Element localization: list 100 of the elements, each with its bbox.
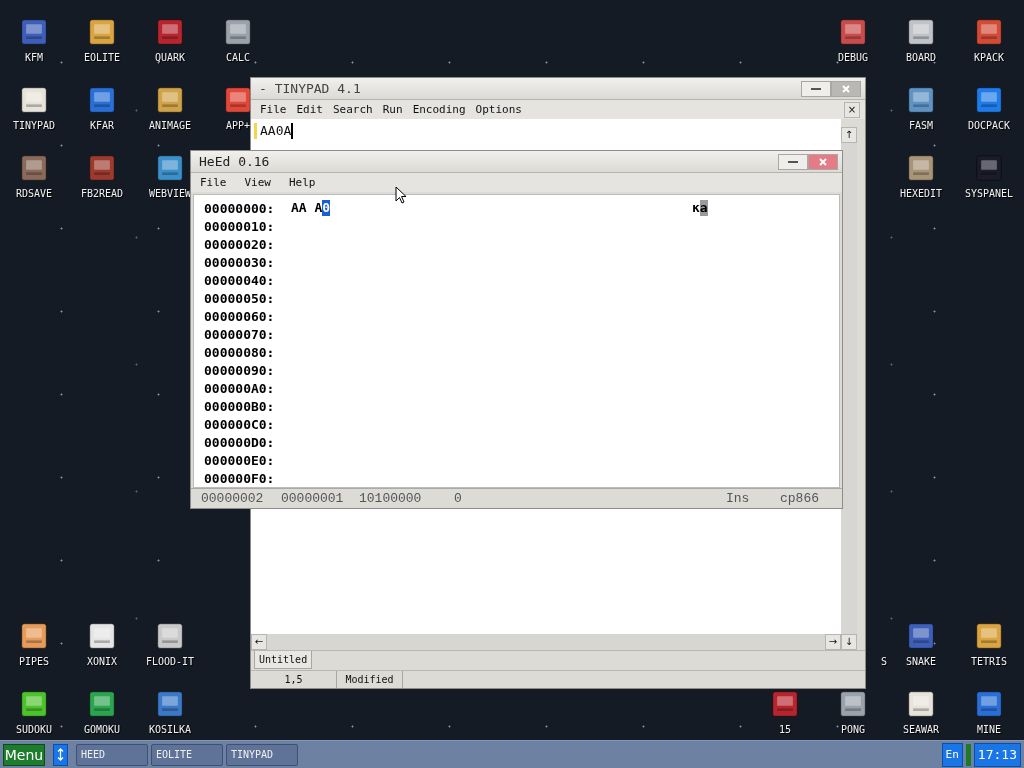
app-icon[interactable] — [20, 18, 48, 46]
app-icon[interactable] — [975, 690, 1003, 718]
file-tab[interactable]: Untitled — [254, 651, 313, 669]
window-title: - TINYPAD 4.1 — [259, 81, 362, 96]
menu-item[interactable]: Options — [470, 103, 527, 116]
menu-item[interactable]: Encoding — [407, 103, 471, 116]
app-icon[interactable] — [975, 86, 1003, 114]
menu-item[interactable]: View — [239, 176, 276, 189]
icon-label: PONG — [840, 724, 866, 736]
icon-label: EOLITE — [83, 52, 121, 64]
minimize-button[interactable] — [778, 153, 808, 170]
app-icon[interactable] — [20, 690, 48, 718]
offset-text: 000000C0: — [204, 416, 276, 432]
offset-text: 00000060: — [204, 308, 276, 324]
app-icon[interactable] — [907, 154, 935, 182]
offset-text: 00000030: — [204, 254, 276, 270]
offset-text: 00000000: — [204, 200, 276, 216]
app-icon[interactable] — [156, 690, 184, 718]
window-title: HeEd 0.16 — [199, 154, 271, 169]
icon-label: S — [880, 656, 887, 668]
app-icon[interactable] — [907, 86, 935, 114]
app-icon[interactable] — [907, 18, 935, 46]
app-icon[interactable] — [88, 18, 116, 46]
icon-label: TETRIS — [970, 656, 1008, 668]
app-icon[interactable] — [224, 86, 252, 114]
icon-label: PIPES — [18, 656, 50, 668]
menu-item[interactable]: Search — [328, 103, 378, 116]
close-icon — [842, 84, 850, 93]
scroll-left-button[interactable]: ← — [251, 634, 267, 650]
app-icon[interactable] — [88, 86, 116, 114]
icon-label: 15 — [778, 724, 791, 736]
app-icon[interactable] — [839, 690, 867, 718]
task-button[interactable]: TINYPAD — [226, 743, 298, 766]
offset-text: 000000A0: — [204, 380, 276, 396]
clock[interactable]: 17:13 — [973, 742, 1021, 767]
app-icon[interactable] — [88, 622, 116, 650]
app-icon[interactable] — [20, 154, 48, 182]
icon-label: FASM — [908, 120, 934, 132]
app-icon[interactable] — [907, 690, 935, 718]
icon-label: HEXEDIT — [899, 188, 943, 200]
status-indicator — [965, 743, 971, 766]
icon-label: GOMOKU — [83, 724, 121, 736]
icon-label: SUDOKU — [15, 724, 53, 736]
offset-text: 00000090: — [204, 362, 276, 378]
icon-label: KFAR — [89, 120, 115, 132]
horizontal-scrollbar[interactable]: ← → — [251, 634, 841, 650]
icon-label: ANIMAGE — [148, 120, 192, 132]
task-button[interactable]: EOLITE — [151, 743, 223, 766]
app-icon[interactable] — [975, 622, 1003, 650]
menu-item[interactable]: File — [255, 103, 292, 116]
app-icon[interactable] — [156, 622, 184, 650]
up-down-arrow-icon — [57, 748, 64, 761]
app-icon[interactable] — [156, 154, 184, 182]
app-icon[interactable] — [156, 86, 184, 114]
icon-label: SYSPANEL — [964, 188, 1014, 200]
menu-item[interactable]: Edit — [291, 103, 328, 116]
offset-text: 000000E0: — [204, 452, 276, 468]
icon-label: FLOOD-IT — [145, 656, 195, 668]
app-icon[interactable] — [88, 690, 116, 718]
minimize-icon — [811, 87, 821, 90]
icon-label: KOSILKA — [148, 724, 192, 736]
minimize-icon — [788, 160, 798, 163]
menu-item[interactable]: File — [195, 176, 232, 189]
status-text: 10100000 — [359, 491, 423, 506]
menu-item[interactable]: Help — [284, 176, 321, 189]
offset-text: 00000070: — [204, 326, 276, 342]
status-text: 1,5 — [251, 671, 337, 688]
scroll-right-button[interactable]: → — [825, 634, 841, 650]
app-icon[interactable] — [20, 86, 48, 114]
hex-bytes: AA A0 — [291, 200, 332, 216]
icon-label: MINE — [976, 724, 1002, 736]
offset-text: 000000F0: — [204, 470, 276, 486]
offset-text: 00000020: — [204, 236, 276, 252]
close-button[interactable] — [808, 153, 838, 170]
icon-label: TINYPAD — [12, 120, 56, 132]
app-icon[interactable] — [20, 622, 48, 650]
offset-text: 00000050: — [204, 290, 276, 306]
language-indicator[interactable]: En — [941, 742, 963, 767]
offset-text: 000000B0: — [204, 398, 276, 414]
menu-item[interactable]: Run — [377, 103, 408, 116]
close-tab-button[interactable]: × — [844, 101, 860, 118]
icon-label: SNAKE — [905, 656, 937, 668]
offset-text: 00000080: — [204, 344, 276, 360]
offset-text: 00000010: — [204, 218, 276, 234]
app-icon[interactable] — [839, 18, 867, 46]
menu-button[interactable]: Menu — [3, 743, 45, 766]
app-icon[interactable] — [907, 622, 935, 650]
app-icon[interactable] — [975, 18, 1003, 46]
switch-button[interactable] — [53, 743, 68, 766]
scroll-down-button[interactable]: ↓ — [841, 634, 857, 650]
status-text: 00000002 — [201, 491, 265, 506]
offset-text: 00000040: — [204, 272, 276, 288]
status-text: 0 — [454, 491, 463, 506]
task-button[interactable]: HEED — [76, 743, 148, 766]
mouse-pointer-icon — [395, 186, 407, 204]
minimize-button[interactable] — [801, 80, 831, 97]
app-icon[interactable] — [224, 18, 252, 46]
vertical-scrollbar[interactable]: ↑ ↓ — [841, 127, 857, 650]
scroll-up-button[interactable]: ↑ — [841, 127, 857, 143]
icon-label: KFM — [24, 52, 44, 64]
